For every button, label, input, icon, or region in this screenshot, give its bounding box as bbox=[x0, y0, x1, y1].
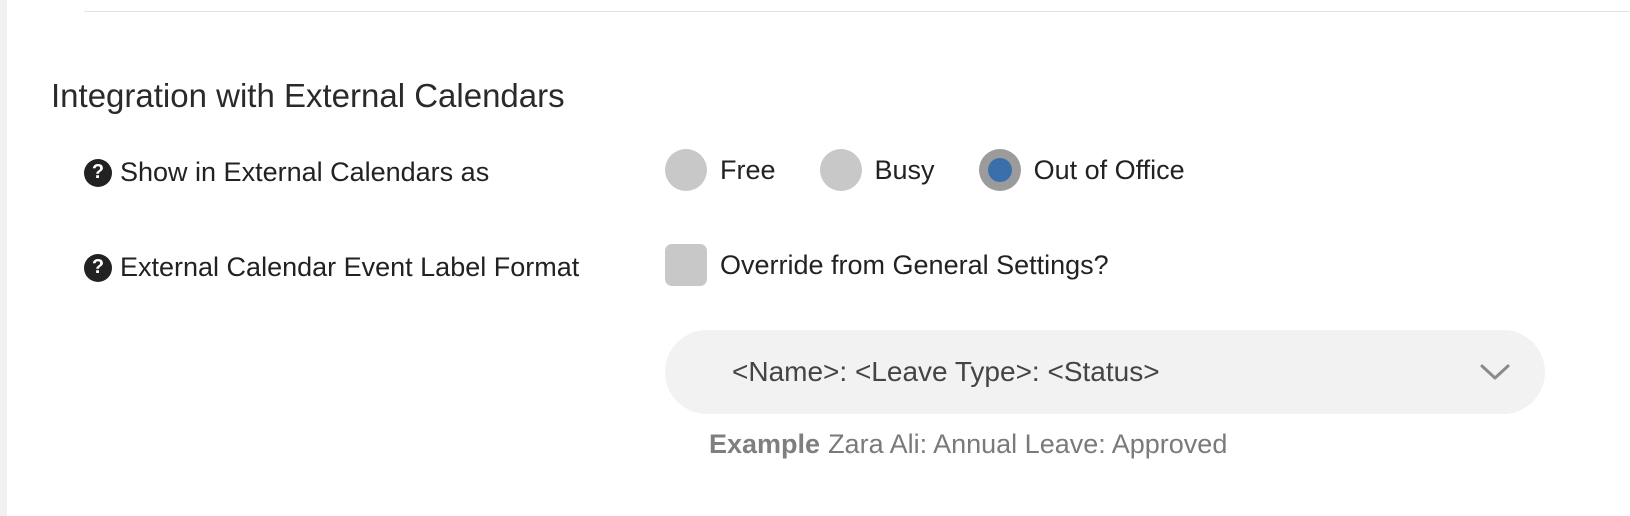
top-divider bbox=[84, 11, 1630, 12]
section-title: Integration with External Calendars bbox=[51, 77, 565, 114]
chevron-down-icon[interactable] bbox=[1475, 352, 1515, 392]
show-as-label-row: ? Show in External Calendars as bbox=[84, 157, 489, 188]
event-label-format-label-row: ? External Calendar Event Label Format bbox=[84, 252, 579, 283]
example-label: Example bbox=[709, 429, 821, 459]
radio-option-busy[interactable]: Busy bbox=[819, 149, 935, 191]
radio-free[interactable] bbox=[665, 149, 707, 191]
radio-option-out-of-office[interactable]: Out of Office bbox=[978, 149, 1185, 191]
override-checkbox[interactable] bbox=[665, 244, 707, 286]
radio-selected-dot bbox=[987, 158, 1012, 182]
radio-free-label: Free bbox=[720, 154, 776, 185]
question-circle-icon[interactable]: ? bbox=[84, 253, 112, 282]
event-label-format-label: External Calendar Event Label Format bbox=[120, 252, 580, 282]
example-line: Example Zara Ali: Annual Leave: Approved bbox=[709, 429, 1227, 460]
radio-option-free[interactable]: Free bbox=[665, 149, 776, 191]
label-format-select[interactable]: <Name>: <Leave Type>: <Status> bbox=[665, 330, 1545, 414]
show-as-label: Show in External Calendars as bbox=[120, 157, 490, 187]
radio-out-of-office[interactable] bbox=[978, 149, 1021, 191]
radio-out-of-office-label: Out of Office bbox=[1033, 154, 1185, 185]
example-value: Zara Ali: Annual Leave: Approved bbox=[828, 429, 1228, 459]
override-checkbox-label: Override from General Settings? bbox=[720, 249, 1109, 280]
radio-busy[interactable] bbox=[819, 149, 862, 191]
override-checkbox-row[interactable]: Override from General Settings? bbox=[665, 244, 1109, 286]
label-format-select-value: <Name>: <Leave Type>: <Status> bbox=[732, 356, 1160, 387]
question-circle-icon[interactable]: ? bbox=[84, 158, 112, 187]
radio-busy-label: Busy bbox=[874, 154, 935, 185]
left-rail bbox=[0, 0, 7, 516]
show-as-radio-group: Free Busy Out of Office bbox=[665, 149, 1185, 191]
